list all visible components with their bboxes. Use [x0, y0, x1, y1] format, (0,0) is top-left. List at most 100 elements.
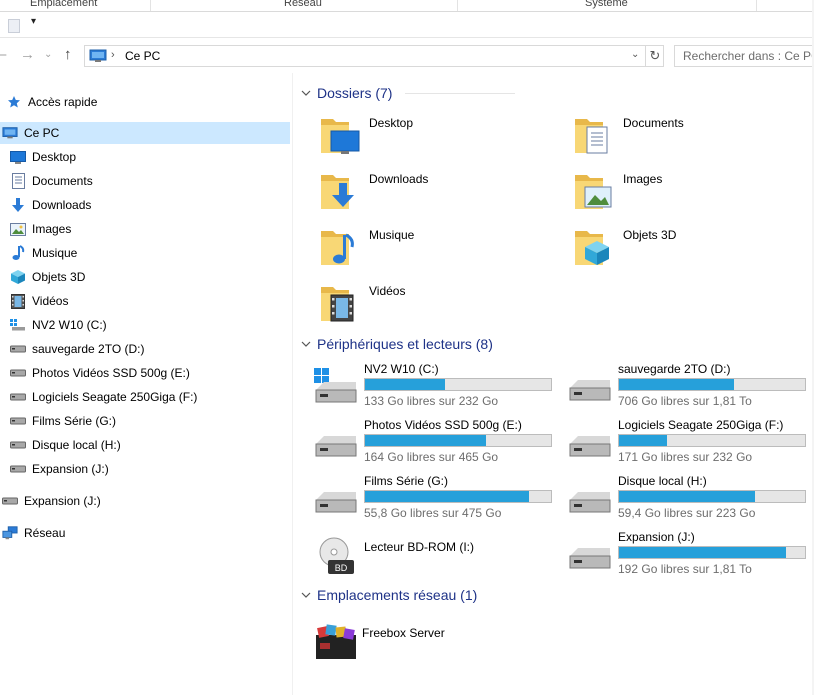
- music-folder-icon: [321, 231, 354, 265]
- nav-item-images[interactable]: Images: [0, 218, 290, 240]
- nav-item-videos[interactable]: Vidéos: [0, 290, 290, 312]
- capacity-bar-fill: [365, 491, 529, 502]
- drive-tile[interactable]: BD Lecteur BD-ROM (I:): [312, 530, 562, 582]
- desktop-folder-icon: [321, 119, 360, 154]
- nav-item-drive-g[interactable]: Films Série (G:): [0, 410, 290, 432]
- content-pane: Dossiers (7) Desktop Documents Downloads…: [293, 73, 814, 695]
- nav-network[interactable]: Réseau: [0, 522, 290, 544]
- nav-label: Ce PC: [24, 126, 60, 140]
- folder-tile-videos[interactable]: Vidéos: [319, 281, 559, 331]
- section-header-drives[interactable]: Périphériques et lecteurs (8): [301, 333, 807, 355]
- collapse-chevron-icon[interactable]: [301, 339, 311, 349]
- drive-tile[interactable]: Expansion (J:) 192 Go libres sur 1,81 To: [566, 530, 814, 582]
- capacity-bar-fill: [365, 435, 486, 446]
- drive-tile[interactable]: Disque local (H:) 59,4 Go libres sur 223 …: [566, 474, 814, 526]
- capacity-bar-fill: [619, 435, 668, 446]
- nav-item-drive-j[interactable]: Expansion (J:): [0, 458, 290, 480]
- refresh-icon[interactable]: ↻: [645, 46, 664, 66]
- collapse-chevron-icon[interactable]: [301, 88, 311, 98]
- drive-tile[interactable]: Films Série (G:) 55,8 Go libres sur 475 G…: [312, 474, 562, 526]
- nav-expansion-root[interactable]: Expansion (J:): [0, 490, 290, 512]
- properties-icon[interactable]: [8, 19, 20, 33]
- ribbon-group-labels: Emplacement Réseau Système: [0, 0, 814, 11]
- nav-item-desktop[interactable]: Desktop: [0, 146, 290, 168]
- ribbon-divider: [150, 0, 151, 11]
- nav-quick-access[interactable]: Accès rapide: [0, 91, 290, 113]
- nav-item-drive-e[interactable]: Photos Vidéos SSD 500g (E:): [0, 362, 290, 384]
- navigation-pane: Accès rapide Ce PC Desktop Documents Dow…: [0, 73, 292, 695]
- drive-name: NV2 W10 (C:): [364, 362, 439, 376]
- this-pc-icon: [89, 49, 107, 66]
- drive-free-space: 59,4 Go libres sur 223 Go: [618, 506, 756, 520]
- folder-tile-images[interactable]: Images: [573, 169, 813, 219]
- nav-label: Disque local (H:): [32, 438, 121, 452]
- nav-item-downloads[interactable]: Downloads: [0, 194, 290, 216]
- nav-this-pc[interactable]: Ce PC: [0, 122, 290, 144]
- hard-drive-icon: [566, 534, 614, 574]
- nav-item-drive-d[interactable]: sauvegarde 2TO (D:): [0, 338, 290, 360]
- up-arrow-icon[interactable]: ↑: [64, 46, 72, 64]
- quick-access-toolbar: ▾: [0, 12, 814, 38]
- nav-item-objets-3d[interactable]: Objets 3D: [0, 266, 290, 288]
- hard-drive-icon: [566, 478, 614, 518]
- nav-item-drive-c[interactable]: NV2 W10 (C:): [0, 314, 290, 336]
- documents-folder-icon: [575, 119, 608, 154]
- downloads-icon: [10, 197, 26, 213]
- section-title: Dossiers (7): [317, 85, 393, 101]
- nav-label: Objets 3D: [32, 270, 86, 284]
- videos-folder-icon: [321, 287, 354, 322]
- drive-tile[interactable]: sauvegarde 2TO (D:) 706 Go libres sur 1,8…: [566, 362, 814, 414]
- capacity-bar: [618, 434, 806, 447]
- collapse-chevron-icon[interactable]: [301, 590, 311, 600]
- folder-tile-downloads[interactable]: Downloads: [319, 169, 559, 219]
- address-dropdown-icon[interactable]: ⌄: [631, 49, 639, 60]
- breadcrumb-chevron-icon[interactable]: ›: [111, 49, 115, 61]
- folder-tile-documents[interactable]: Documents: [573, 113, 813, 163]
- nav-item-drive-f[interactable]: Logiciels Seagate 250Giga (F:): [0, 386, 290, 408]
- capacity-bar: [618, 490, 806, 503]
- nav-item-drive-h[interactable]: Disque local (H:): [0, 434, 290, 456]
- capacity-bar-fill: [619, 547, 787, 558]
- drive-icon: [10, 461, 26, 477]
- nav-label: Images: [32, 222, 72, 236]
- folder-tile-musique[interactable]: Musique: [319, 225, 559, 275]
- media-server-icon: [316, 624, 356, 659]
- ribbon-group-emplacement: Emplacement: [30, 0, 98, 9]
- music-icon: [10, 245, 26, 261]
- drive-free-space: 133 Go libres sur 232 Go: [364, 394, 499, 408]
- folder-label: Documents: [623, 116, 684, 130]
- section-title: Emplacements réseau (1): [317, 587, 478, 603]
- folder-label: Desktop: [369, 116, 414, 130]
- folder-tile-desktop[interactable]: Desktop: [319, 113, 559, 163]
- breadcrumb-this-pc[interactable]: Ce PC: [125, 49, 160, 63]
- folder-label: Vidéos: [369, 284, 406, 298]
- drive-c-icon: [10, 317, 26, 333]
- nav-label: Downloads: [32, 198, 92, 212]
- folder-tile-objets-3d[interactable]: Objets 3D: [573, 225, 813, 275]
- forward-arrow-icon[interactable]: →: [20, 46, 35, 64]
- section-header-folders[interactable]: Dossiers (7): [301, 82, 807, 104]
- nav-label: Réseau: [24, 526, 66, 540]
- address-bar[interactable]: › Ce PC ⌄ ↻: [84, 45, 664, 67]
- drive-icon: [10, 341, 26, 357]
- drive-free-space: 706 Go libres sur 1,81 To: [618, 394, 752, 408]
- recent-locations-chevron-icon[interactable]: ⌄: [44, 46, 52, 64]
- nav-item-musique[interactable]: Musique: [0, 242, 290, 264]
- back-arrow-icon[interactable]: –: [0, 46, 6, 64]
- nav-item-documents[interactable]: Documents: [0, 170, 290, 192]
- drive-tile[interactable]: Logiciels Seagate 250Giga (F:) 171 Go lib…: [566, 418, 814, 470]
- drive-icon: [10, 365, 26, 381]
- drive-tile[interactable]: Photos Vidéos SSD 500g (E:) 164 Go libres…: [312, 418, 562, 470]
- customize-toolbar-dropdown-icon[interactable]: ▾: [31, 16, 36, 27]
- drive-tile[interactable]: NV2 W10 (C:) 133 Go libres sur 232 Go: [312, 362, 562, 414]
- drive-name: Logiciels Seagate 250Giga (F:): [618, 418, 784, 432]
- drive-free-space: 171 Go libres sur 232 Go: [618, 450, 753, 464]
- drive-name: Expansion (J:): [618, 530, 695, 544]
- ribbon-group-systeme: Système: [585, 0, 628, 9]
- network-tile-freebox[interactable]: Freebox Server: [312, 621, 552, 671]
- nav-label: NV2 W10 (C:): [32, 318, 107, 332]
- ribbon-group-reseau: Réseau: [284, 0, 322, 9]
- section-header-network[interactable]: Emplacements réseau (1): [301, 584, 807, 606]
- drive-icon: [10, 413, 26, 429]
- search-input[interactable]: Rechercher dans : Ce PC: [674, 45, 814, 67]
